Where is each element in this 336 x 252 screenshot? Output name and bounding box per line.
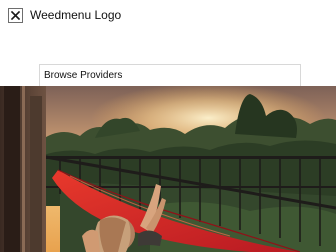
browse-nav: Browse Providers [39,64,301,86]
hero-image [0,86,336,252]
browse-providers-link[interactable]: Browse Providers [44,70,122,82]
logo-alt-text[interactable]: Weedmenu Logo [30,8,121,23]
page: Weedmenu Logo Browse Providers [0,0,336,252]
broken-image-icon[interactable] [8,8,23,23]
hammock-sunset-photo [0,86,336,252]
header: Weedmenu Logo [0,0,336,34]
close-x-glyph [10,10,21,21]
